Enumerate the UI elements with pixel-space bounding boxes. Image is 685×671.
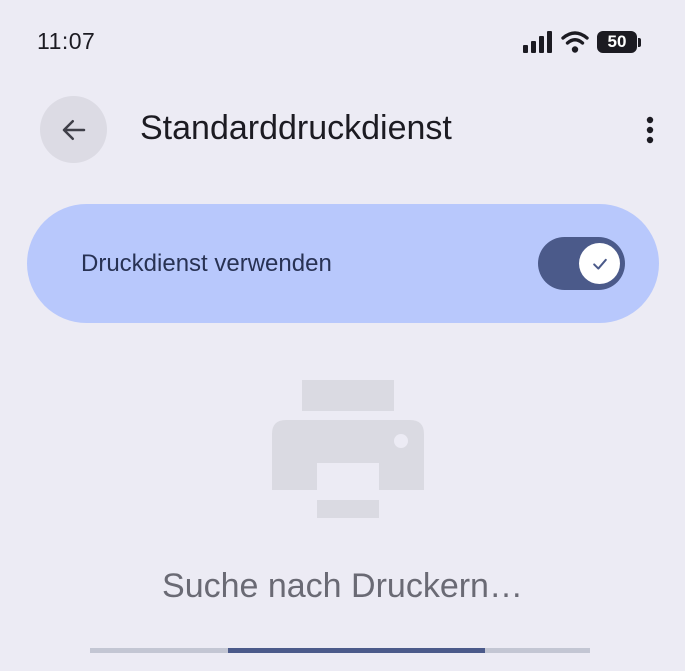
main-switch-bar[interactable]: Druckdienst verwenden [27, 204, 659, 323]
progress-indicator [228, 648, 485, 653]
status-icons: 50 [523, 28, 641, 56]
back-button[interactable] [40, 96, 107, 163]
more-vert-icon [646, 116, 654, 144]
status-time: 11:07 [37, 28, 96, 54]
main-switch-label: Druckdienst verwenden [81, 250, 332, 277]
page-title: Standarddruckdienst [140, 109, 452, 147]
status-bar: 11:07 50 [0, 0, 685, 84]
more-options-button[interactable] [628, 108, 672, 152]
arrow-back-icon [62, 119, 85, 140]
signal-icon [523, 31, 552, 53]
main-switch-toggle[interactable] [538, 237, 625, 290]
progress-bar [90, 648, 590, 653]
battery-icon: 50 [597, 31, 641, 53]
battery-tip [638, 37, 641, 47]
check-icon [592, 258, 607, 270]
wifi-icon [561, 31, 589, 53]
printer-icon [272, 380, 424, 518]
searching-message: Suche nach Druckern… [162, 567, 523, 605]
app-bar: Standarddruckdienst [0, 96, 685, 164]
battery-level: 50 [597, 31, 637, 53]
toggle-thumb [579, 243, 620, 284]
